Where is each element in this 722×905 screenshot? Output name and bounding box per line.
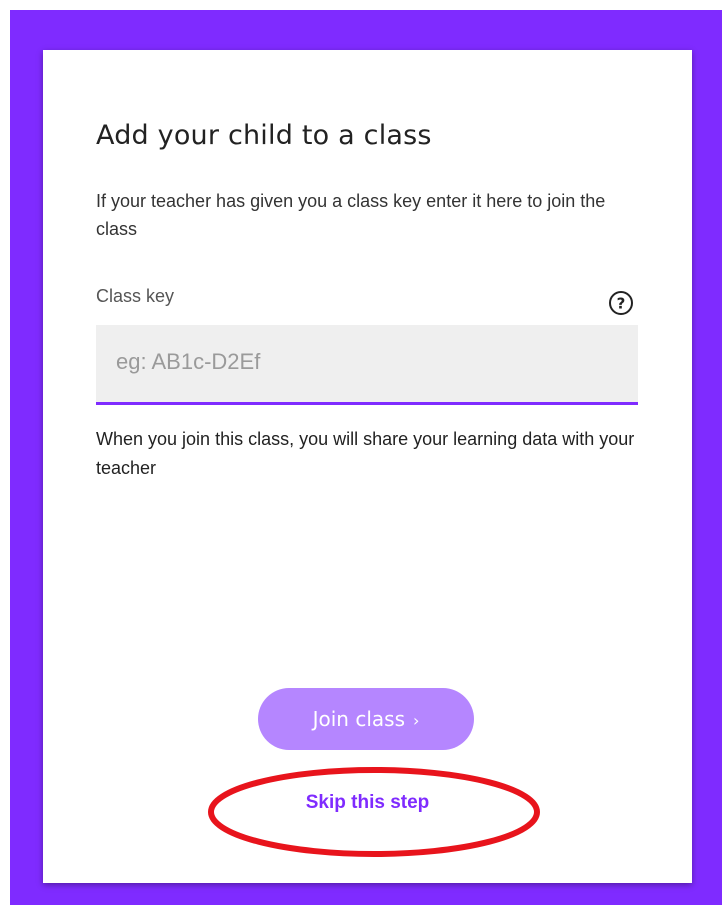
dialog-title: Add your child to a class xyxy=(96,120,432,151)
join-class-button[interactable]: Join class › xyxy=(258,688,474,750)
join-class-button-label: Join class xyxy=(312,707,405,731)
class-key-input[interactable] xyxy=(96,325,638,402)
screenshot-frame: Add your child to a class If your teache… xyxy=(0,0,722,905)
skip-this-step-link[interactable]: Skip this step xyxy=(43,792,692,814)
chevron-right-icon: › xyxy=(412,711,420,730)
dialog-description: If your teacher has given you a class ke… xyxy=(96,191,606,239)
class-key-label: Class key xyxy=(96,286,175,306)
data-sharing-note: When you join this class, you will share… xyxy=(96,429,635,478)
add-to-class-dialog: Add your child to a class If your teache… xyxy=(43,50,692,883)
svg-text:?: ? xyxy=(617,295,626,313)
question-circle-icon[interactable]: ? xyxy=(608,290,634,316)
class-key-field xyxy=(96,325,638,405)
